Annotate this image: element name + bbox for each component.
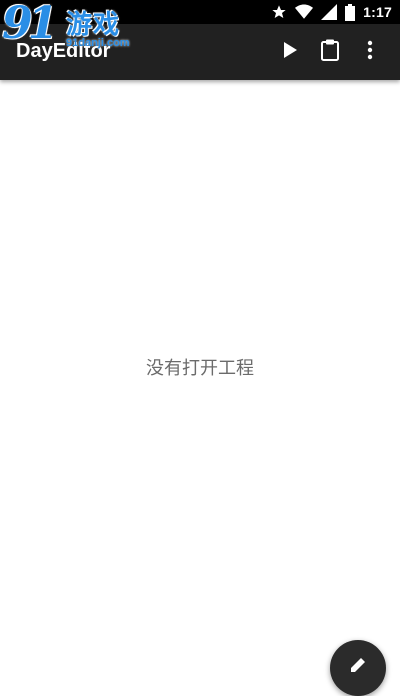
run-button[interactable] <box>270 24 310 80</box>
clipboard-button[interactable] <box>310 24 350 80</box>
new-project-fab[interactable] <box>330 640 386 696</box>
edit-icon <box>349 656 367 678</box>
more-vert-icon <box>367 40 373 64</box>
star-icon <box>271 4 287 20</box>
wifi-icon <box>295 4 314 20</box>
status-time: 1:17 <box>363 4 392 20</box>
app-title: DayEditor <box>16 40 111 62</box>
clipboard-icon <box>320 39 340 65</box>
status-icons: 1:17 <box>271 0 392 24</box>
overflow-menu-button[interactable] <box>350 24 390 80</box>
status-bar: 1:17 <box>0 0 400 24</box>
battery-icon <box>345 3 356 21</box>
app-bar: DayEditor <box>0 24 400 80</box>
signal-icon <box>321 4 338 20</box>
empty-state-message: 没有打开工程 <box>146 358 254 379</box>
play-icon <box>281 41 299 63</box>
